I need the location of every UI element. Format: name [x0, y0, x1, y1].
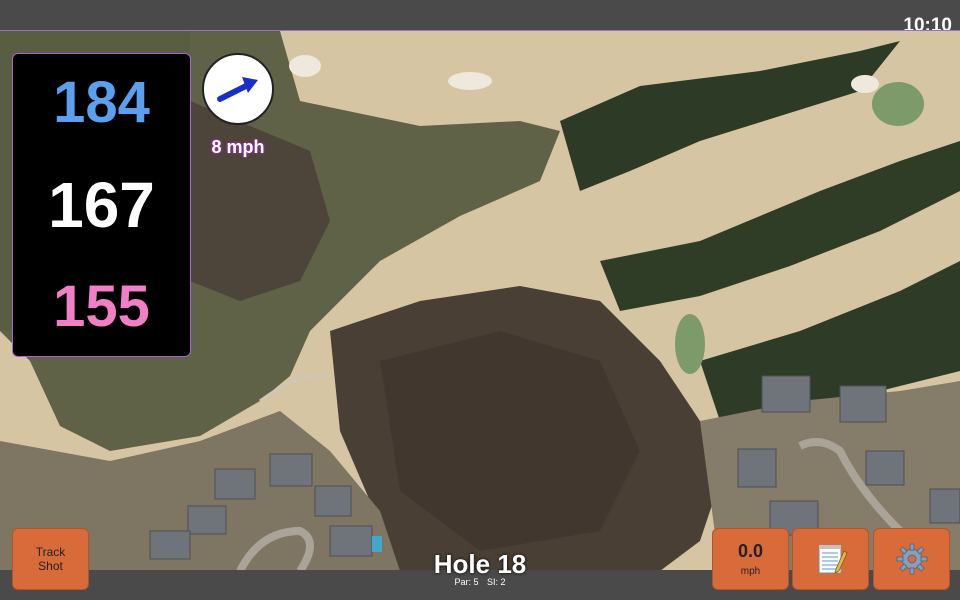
track-shot-label-line1: Track [35, 545, 66, 559]
course-map[interactable]: 184 167 155 8 mph [0, 30, 960, 572]
hole-meta: Par: 5 SI: 2 [380, 577, 580, 587]
wind-direction-arrow-icon [217, 77, 258, 102]
track-shot-label-line2: Shot [38, 559, 63, 573]
hole-title: Hole 18 [433, 549, 527, 579]
gear-icon [896, 543, 927, 575]
hole-info: Hole 18 Par: 5 SI: 2 [380, 550, 580, 587]
speed-unit: mph [740, 566, 761, 577]
status-bar: 10:10 [0, 0, 960, 36]
speed-button[interactable]: 0.0 mph [712, 528, 789, 590]
wind-speed: 8 mph [211, 137, 265, 157]
speed-value: 0.0 [737, 541, 764, 561]
notepad-icon [818, 545, 848, 574]
distance-panel: 184 167 155 [12, 53, 191, 357]
track-shot-button[interactable]: Track Shot [12, 528, 89, 590]
middle-distance: 167 [48, 168, 155, 241]
notes-button[interactable] [792, 528, 869, 590]
back-distance: 184 [53, 70, 150, 136]
hole-si: SI: 2 [487, 577, 506, 587]
settings-button[interactable] [873, 528, 950, 590]
front-distance: 155 [53, 273, 150, 339]
hole-par: Par: 5 [454, 577, 479, 587]
wind-indicator [202, 53, 274, 125]
